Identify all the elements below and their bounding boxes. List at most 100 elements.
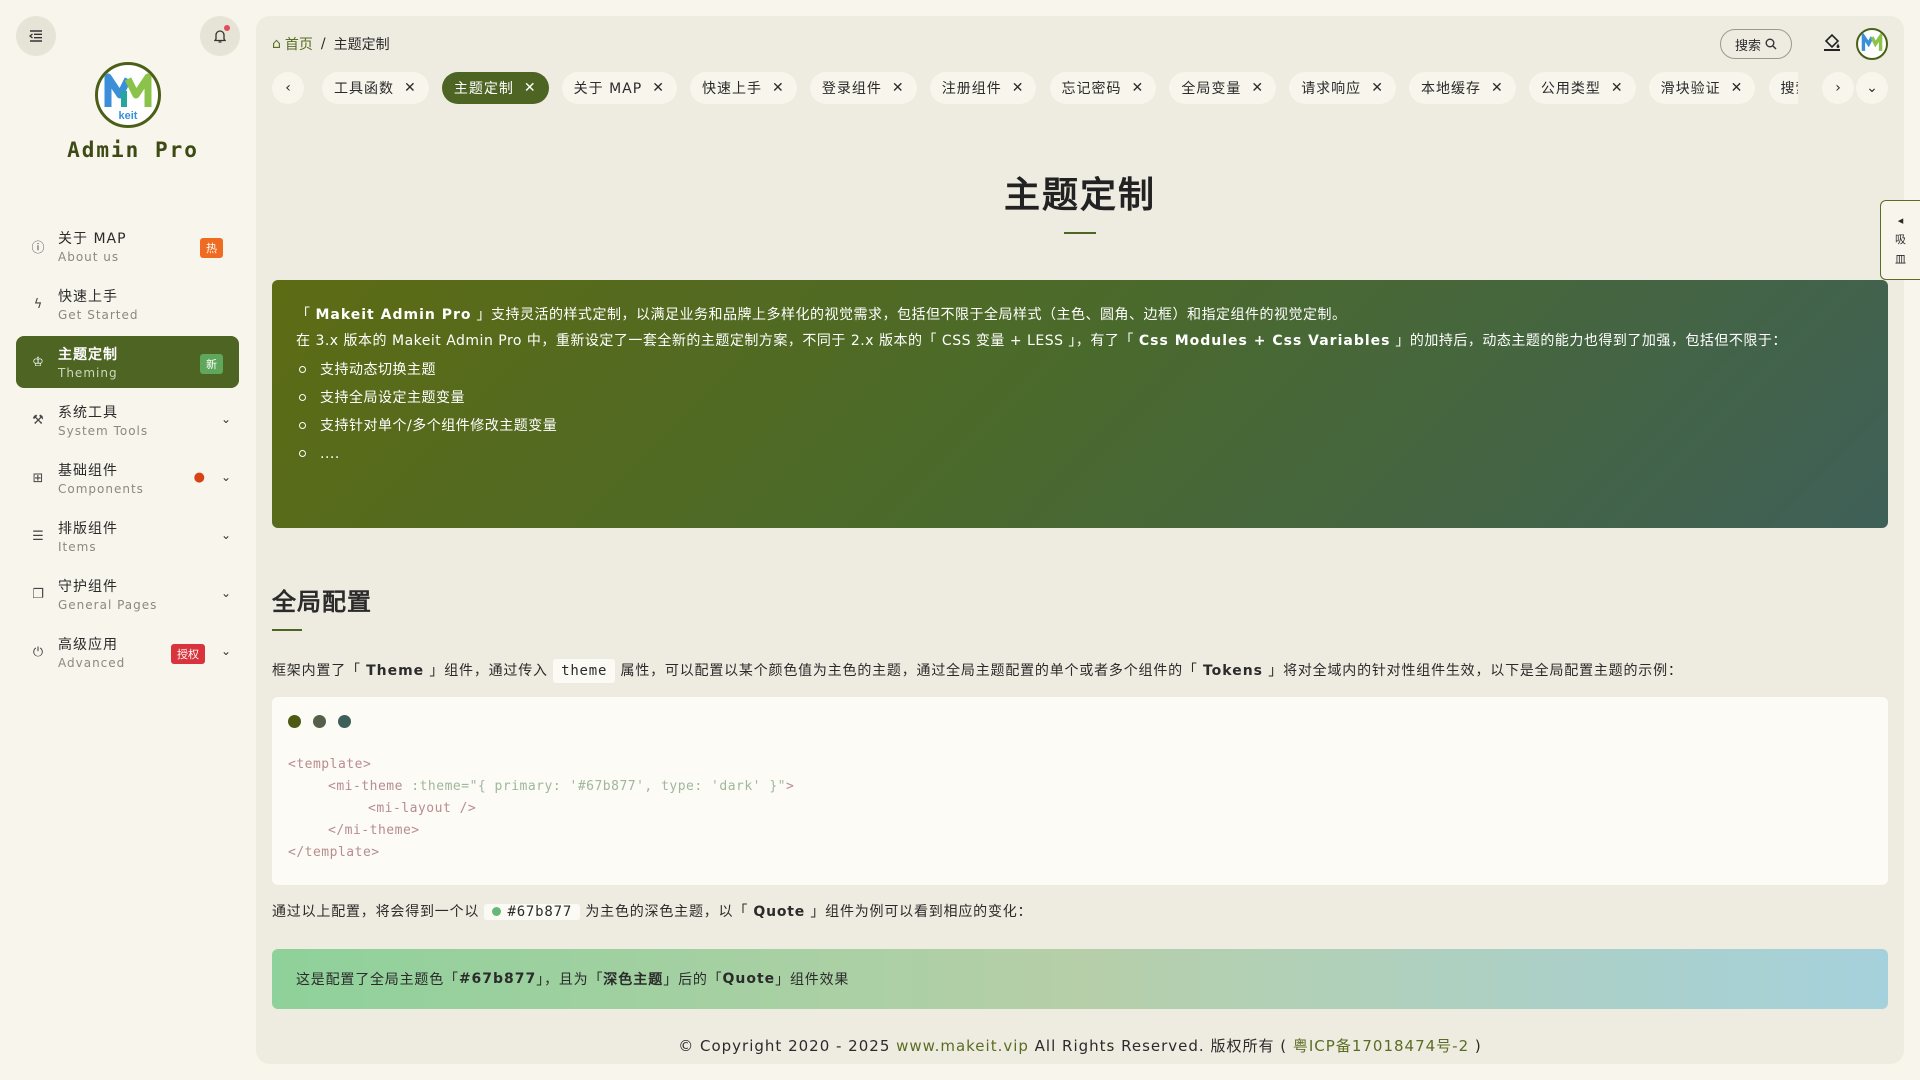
- tab-label: 滑块验证: [1660, 81, 1721, 97]
- sidebar-item-sub: Items: [58, 540, 97, 554]
- sidebar-item-general-pages[interactable]: ❐ 守护组件 General Pages ⌄: [16, 568, 239, 620]
- chevron-down-icon: ⌄: [220, 644, 231, 658]
- tab-storage[interactable]: 本地缓存 ✕: [1409, 72, 1516, 104]
- avatar[interactable]: [1856, 28, 1888, 60]
- dot-icon: [288, 715, 301, 728]
- tabs-list: 工具函数 ✕ 主题定制 ✕ 关于 MAP ✕ 快速上手 ✕ 登录组件 ✕ 注册组件 ✕ 忘记…: [322, 72, 1798, 104]
- sidebar-item-system-tools[interactable]: ⚒ 系统工具 System Tools ⌄: [16, 394, 239, 446]
- crown-icon: ♔: [32, 354, 44, 370]
- app-root: keit Admin Pro ⓘ 关于 MAP About us 热 ϟ 快速上手…: [0, 0, 1920, 1080]
- tab-global-vars[interactable]: 全局变量 ✕: [1169, 72, 1277, 104]
- sidebar-item-advanced[interactable]: ⏻ 高级应用 Advanced 授权 ⌄: [16, 626, 239, 678]
- tab-label: 快速上手: [702, 81, 763, 97]
- hot-badge: 热: [200, 238, 223, 258]
- list-item: 支持全局设定主题变量: [296, 384, 1864, 412]
- close-icon[interactable]: ✕: [1132, 80, 1145, 96]
- chevron-right-icon: ›: [1835, 80, 1841, 96]
- global-config-paragraph: 框架内置了「 Theme 」组件，通过传入 theme 属性，可以配置以某个颜色…: [272, 659, 1888, 683]
- close-icon[interactable]: ✕: [1731, 80, 1744, 96]
- footer-icp-link[interactable]: 粤ICP备17018474号-2: [1293, 1037, 1469, 1055]
- tab-label: 本地缓存: [1421, 81, 1482, 97]
- close-icon[interactable]: ✕: [1491, 80, 1504, 96]
- chevron-down-icon: ⌄: [220, 586, 231, 600]
- auth-badge: 授权: [171, 644, 205, 664]
- sidebar-item-about[interactable]: ⓘ 关于 MAP About us 热: [16, 220, 239, 272]
- home-icon: ⌂: [272, 36, 281, 52]
- close-icon[interactable]: ✕: [1611, 80, 1624, 96]
- dark-theme-bold: 深色主题: [603, 972, 664, 988]
- sidebar-item-label: 主题定制: [58, 347, 118, 363]
- tab-get-started[interactable]: 快速上手 ✕: [690, 72, 797, 104]
- logo[interactable]: keit: [95, 62, 161, 128]
- caret-left-icon: ◂: [1897, 213, 1904, 227]
- notification-button[interactable]: [200, 16, 240, 56]
- paint-bucket-icon[interactable]: [1822, 32, 1842, 57]
- sidebar-item-components[interactable]: ⊞ 基础组件 Components ● ⌄: [16, 452, 239, 504]
- search-button[interactable]: 搜索: [1720, 29, 1792, 59]
- text: 」支持灵活的样式定制，以满足业务和品牌上多样化的视觉需求，包括但不限于全局样式（…: [471, 307, 1347, 323]
- sidebar-item-sub: General Pages: [58, 598, 158, 612]
- sidebar-item-items[interactable]: ☰ 排版组件 Items ⌄: [16, 510, 239, 562]
- sidebar-item-sub: System Tools: [58, 424, 149, 438]
- tabs-scroll-right[interactable]: ›: [1822, 72, 1854, 104]
- tab-about[interactable]: 关于 MAP ✕: [561, 72, 677, 104]
- sidebar: keit Admin Pro ⓘ 关于 MAP About us 热 ϟ 快速上手…: [0, 0, 255, 1080]
- breadcrumb-home-label: 首页: [284, 37, 313, 53]
- color-chip: #67b877: [484, 904, 581, 920]
- close-icon[interactable]: ✕: [652, 80, 665, 96]
- side-drawer-toggle[interactable]: ◂ 吸 皿: [1880, 200, 1920, 280]
- section-title: 全局配置: [272, 588, 372, 616]
- search-label: 搜索: [1734, 38, 1761, 54]
- close-icon[interactable]: ✕: [524, 80, 537, 96]
- tabs-menu-button[interactable]: ⌄: [1856, 72, 1888, 104]
- code-tag: <mi-theme: [328, 779, 412, 794]
- sidebar-item-get-started[interactable]: ϟ 快速上手 Get Started: [16, 278, 239, 330]
- grid-icon: ⊞: [32, 470, 44, 486]
- sidebar-item-theming[interactable]: ♔ 主题定制 Theming 新: [16, 336, 239, 388]
- pages-icon: ❐: [32, 586, 44, 602]
- quote-color-bold: #67b877: [458, 971, 537, 987]
- sidebar-item-sub: Advanced: [58, 656, 126, 670]
- text: 属性，可以配置以某个颜色值为主色的主题，通过全局主题配置的单个或者多个组件的「: [620, 663, 1203, 679]
- tab-search[interactable]: 搜索: [1768, 72, 1798, 104]
- tab-forgot-password[interactable]: 忘记密码 ✕: [1049, 72, 1157, 104]
- breadcrumb-home[interactable]: ⌂ 首页: [272, 34, 313, 54]
- tab-utils[interactable]: 工具函数 ✕: [322, 72, 429, 104]
- text: 通过以上配置，将会得到一个以: [272, 904, 480, 920]
- close-icon[interactable]: ✕: [1012, 80, 1025, 96]
- tab-types[interactable]: 公用类型 ✕: [1528, 72, 1636, 104]
- power-icon: ⏻: [32, 644, 44, 660]
- sidebar-item-label: 关于 MAP: [58, 231, 127, 247]
- code-line: </template>: [288, 845, 380, 860]
- footer-site-link[interactable]: www.makeit.vip: [896, 1037, 1029, 1055]
- list-icon: ☰: [32, 528, 44, 544]
- sidebar-item-label: 排版组件: [58, 521, 118, 537]
- tab-label: 公用类型: [1540, 81, 1601, 97]
- quote-component-bold: Quote: [722, 971, 776, 987]
- close-icon[interactable]: ✕: [1371, 80, 1384, 96]
- close-icon[interactable]: ✕: [772, 80, 785, 96]
- side-tab-text: 吸: [1895, 232, 1906, 246]
- tab-request[interactable]: 请求响应 ✕: [1289, 72, 1396, 104]
- text: 」组件效果: [775, 972, 850, 988]
- breadcrumb-separator: /: [320, 36, 326, 52]
- list-item: ....: [296, 440, 1864, 468]
- close-icon[interactable]: ✕: [892, 80, 905, 96]
- tab-label: 全局变量: [1181, 81, 1242, 97]
- tabs-scroll-left[interactable]: ‹: [272, 72, 304, 104]
- main-panel: ⌂ 首页 / 主题定制 搜索 ‹ 工具函数 ✕ 主题定制 ✕ 关于 MAP ✕ 快速上…: [256, 16, 1904, 1064]
- close-icon[interactable]: ✕: [1251, 80, 1264, 96]
- tab-login[interactable]: 登录组件 ✕: [809, 72, 917, 104]
- text: 框架内置了「: [272, 663, 367, 679]
- tab-captcha[interactable]: 滑块验证 ✕: [1648, 72, 1756, 104]
- avatar-logo-icon: [1861, 32, 1883, 51]
- close-icon[interactable]: ✕: [404, 80, 417, 96]
- sidebar-menu: ⓘ 关于 MAP About us 热 ϟ 快速上手 Get Started ♔ 主…: [16, 220, 239, 684]
- tab-register[interactable]: 注册组件 ✕: [929, 72, 1037, 104]
- collapse-menu-button[interactable]: [16, 16, 56, 56]
- tab-theming[interactable]: 主题定制 ✕: [441, 72, 549, 104]
- result-paragraph: 通过以上配置，将会得到一个以 #67b877 为主色的深色主题，以「 Quote…: [272, 901, 1888, 921]
- text: 」，且为「: [536, 972, 604, 988]
- tab-label: 登录组件: [821, 81, 882, 97]
- tab-label: 注册组件: [941, 81, 1002, 97]
